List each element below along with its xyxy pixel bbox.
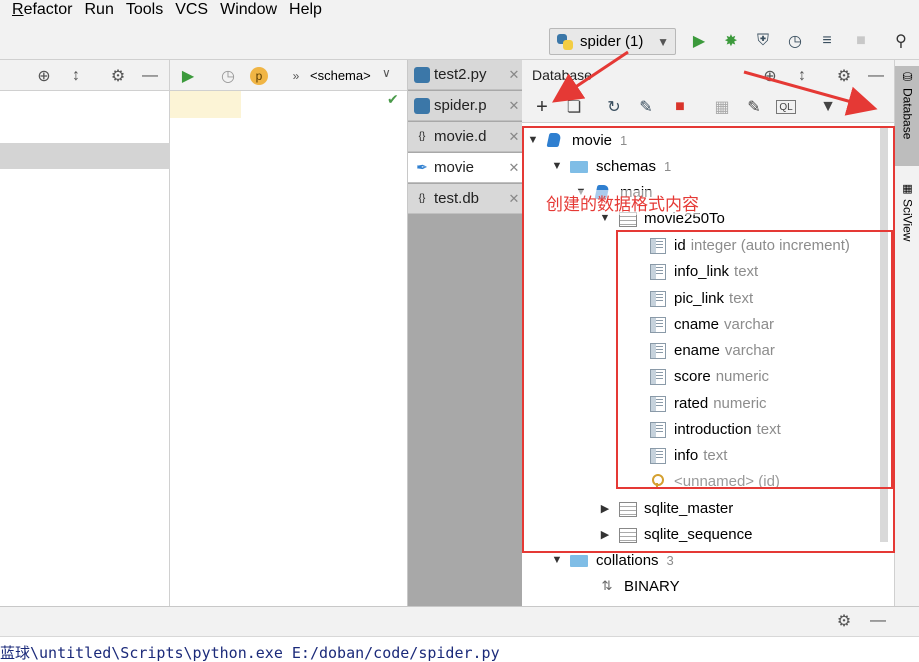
menu-refactor[interactable]: Refactor bbox=[0, 0, 78, 22]
json-file-icon: {} bbox=[418, 131, 426, 142]
tab-label: test.db bbox=[434, 190, 480, 207]
database-icon: ⛁ bbox=[902, 70, 913, 84]
chevron-down-icon: ▼ bbox=[657, 34, 669, 49]
tab-test-db[interactable]: {} test.db ✕ bbox=[408, 184, 522, 214]
table-icon[interactable]: ▦ bbox=[712, 97, 732, 117]
project-panel-header: ⊕ ↕ ⚙ — bbox=[0, 60, 169, 91]
main-toolbar: spider (1) ▼ ▶ ✸ ⛨ ◷ ≡ ■ ⚲ bbox=[0, 22, 919, 60]
concurrency-icon[interactable]: ≡ bbox=[816, 30, 838, 52]
tab-movie[interactable]: ✒ movie ✕ bbox=[408, 153, 522, 183]
menu-window[interactable]: Window bbox=[214, 0, 283, 22]
side-tab-label: SciView bbox=[900, 199, 915, 242]
properties-icon[interactable]: ✎ bbox=[636, 97, 656, 117]
tab-label: movie bbox=[434, 159, 475, 176]
node-label: collations bbox=[596, 551, 659, 569]
annotation-text: 创建的数据格式内容 bbox=[546, 190, 699, 215]
run-config-label: spider (1) bbox=[580, 33, 644, 50]
chevron-down-icon[interactable]: ∨ bbox=[382, 66, 391, 80]
check-icon: ✔ bbox=[387, 91, 399, 107]
editor-tab-stack: test2.py ✕ spider.p ✕ {} movie.d ✕ ✒ mov… bbox=[408, 60, 522, 606]
sql-console-icon[interactable]: QL bbox=[776, 100, 796, 114]
menu-bar: Refactor Run Tools VCS Window Help bbox=[0, 0, 919, 22]
expand-arrow-icon[interactable]: ▼ bbox=[550, 554, 564, 566]
tab-movie-db[interactable]: {} movie.d ✕ bbox=[408, 122, 522, 152]
tab-test2-py[interactable]: test2.py ✕ bbox=[408, 60, 522, 90]
coverage-icon[interactable]: ⛨ bbox=[752, 30, 774, 52]
sciview-icon: ▦ bbox=[902, 183, 913, 195]
folder-icon bbox=[570, 552, 588, 568]
project-panel: ⊕ ↕ ⚙ — bbox=[0, 60, 170, 606]
menu-vcs[interactable]: VCS bbox=[169, 0, 214, 22]
run-panel: ⚙ — 蓝球\untitled\Scripts\python.exe E:/do… bbox=[0, 606, 919, 662]
param-badge-icon: p bbox=[250, 67, 268, 85]
collapse-icon[interactable]: ↕ bbox=[792, 66, 812, 86]
minimize-icon[interactable]: — bbox=[140, 66, 160, 86]
menu-help[interactable]: Help bbox=[283, 0, 328, 22]
tab-label: spider.p bbox=[434, 97, 487, 114]
project-selected-row[interactable] bbox=[0, 143, 170, 169]
search-icon[interactable]: ⚲ bbox=[890, 30, 912, 52]
current-line-highlight bbox=[170, 91, 241, 118]
run-panel-header: ⚙ — bbox=[0, 607, 919, 637]
stop-icon[interactable]: ■ bbox=[850, 30, 872, 52]
tab-label: movie.d bbox=[434, 128, 487, 145]
filter-icon[interactable]: ▼ bbox=[818, 97, 838, 117]
close-icon[interactable]: ✕ bbox=[506, 129, 522, 145]
python-icon bbox=[556, 33, 574, 51]
close-icon[interactable]: ✕ bbox=[506, 191, 522, 207]
collation-icon: ⇅ bbox=[601, 578, 613, 593]
side-tab-sciview[interactable]: ▦ SciView bbox=[895, 178, 919, 258]
close-icon[interactable]: ✕ bbox=[506, 67, 522, 83]
stop-icon[interactable]: ■ bbox=[670, 97, 690, 117]
profile-icon[interactable]: ◷ bbox=[784, 30, 806, 52]
editor-panel-header: ▶ ◷ p » <schema> ∨ bbox=[170, 60, 407, 91]
gear-icon[interactable]: ⚙ bbox=[834, 611, 854, 631]
json-file-icon: {} bbox=[418, 193, 426, 204]
gear-icon[interactable]: ⚙ bbox=[834, 66, 854, 86]
menu-tools[interactable]: Tools bbox=[120, 0, 169, 22]
add-icon[interactable]: + bbox=[532, 96, 552, 118]
side-tab-label: Database bbox=[900, 88, 915, 140]
breadcrumb[interactable]: <schema> bbox=[310, 68, 371, 83]
clock-icon[interactable]: ◷ bbox=[218, 66, 238, 86]
node-count: 3 bbox=[666, 552, 674, 568]
tab-label: test2.py bbox=[434, 66, 487, 83]
locate-icon[interactable]: ⊕ bbox=[34, 66, 54, 86]
menu-run[interactable]: Run bbox=[78, 0, 119, 22]
annotation-box-columns bbox=[616, 230, 893, 489]
editor-panel: ▶ ◷ p » <schema> ∨ ✔ bbox=[170, 60, 408, 606]
double-chevron-icon[interactable]: » bbox=[286, 66, 306, 86]
edit-icon[interactable]: ✎ bbox=[744, 97, 764, 117]
tree-node-binary[interactable]: ⇅ BINARY bbox=[598, 573, 680, 599]
database-panel-header: Database ⊕ ↕ ⚙ — bbox=[522, 60, 894, 91]
refresh-icon[interactable]: ↻ bbox=[604, 97, 624, 117]
close-icon[interactable]: ✕ bbox=[506, 160, 522, 176]
console-command: 蓝球\untitled\Scripts\python.exe E:/doban/… bbox=[0, 644, 500, 662]
run-icon[interactable]: ▶ bbox=[688, 30, 710, 52]
gear-icon[interactable]: ⚙ bbox=[108, 66, 128, 86]
run-icon[interactable]: ▶ bbox=[178, 66, 198, 86]
database-panel-title: Database bbox=[532, 67, 592, 83]
run-config-selector[interactable]: spider (1) ▼ bbox=[549, 28, 676, 55]
globe-icon[interactable]: ⊕ bbox=[760, 66, 780, 86]
python-file-icon bbox=[414, 97, 430, 114]
right-tool-strip: ⛁ Database ▦ SciView bbox=[894, 60, 919, 606]
collapse-icon[interactable]: ↕ bbox=[66, 66, 86, 86]
minimize-icon[interactable]: — bbox=[866, 66, 886, 86]
node-label: BINARY bbox=[624, 577, 680, 595]
database-toolbar: + ❏ ↻ ✎ ■ ▦ ✎ QL ▼ bbox=[522, 91, 894, 123]
copy-icon[interactable]: ❏ bbox=[564, 97, 584, 117]
side-tab-database[interactable]: ⛁ Database bbox=[895, 66, 919, 166]
feather-icon: ✒ bbox=[416, 159, 428, 175]
minimize-icon[interactable]: — bbox=[868, 611, 888, 631]
debug-icon[interactable]: ✸ bbox=[720, 30, 742, 52]
python-file-icon bbox=[414, 66, 430, 83]
menu-refactor-rest: efactor bbox=[23, 1, 73, 18]
tab-spider-py[interactable]: spider.p ✕ bbox=[408, 91, 522, 121]
close-icon[interactable]: ✕ bbox=[506, 98, 522, 114]
